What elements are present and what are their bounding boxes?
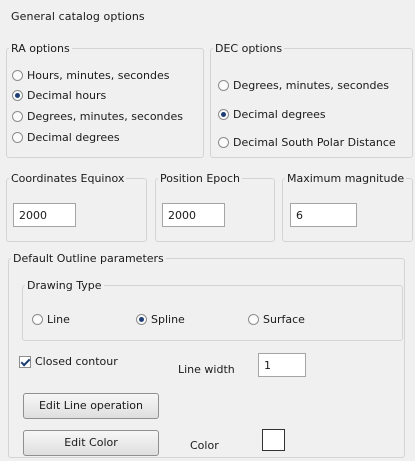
dec-option-dms[interactable]: Degrees, minutes, secondes [218, 79, 389, 92]
maximum-magnitude-legend: Maximum magnitude [287, 172, 405, 185]
drawing-type-line-label: Line [47, 313, 70, 326]
ra-options-legend: RA options [11, 42, 70, 55]
ra-option-decimal-degrees[interactable]: Decimal degrees [12, 131, 120, 144]
page-title: General catalog options [11, 10, 145, 23]
ra-option-decimal-hours-label: Decimal hours [27, 89, 107, 102]
drawing-type-line[interactable]: Line [32, 313, 70, 326]
radio-button[interactable] [218, 80, 229, 91]
ra-option-dms[interactable]: Degrees, minutes, secondes [12, 110, 183, 123]
position-epoch-legend: Position Epoch [160, 172, 241, 185]
radio-button-selected[interactable] [218, 109, 229, 120]
radio-button[interactable] [12, 111, 23, 122]
dec-option-decimal-degrees-label: Decimal degrees [233, 108, 326, 121]
radio-button[interactable] [218, 137, 229, 148]
dec-options-legend: DEC options [215, 42, 283, 55]
drawing-type-legend: Drawing Type [27, 279, 102, 292]
drawing-type-surface[interactable]: Surface [248, 313, 305, 326]
ra-option-decimal-hours[interactable]: Decimal hours [12, 89, 106, 102]
ra-option-hms[interactable]: Hours, minutes, secondes [12, 69, 169, 82]
outline-parameters-legend: Default Outline parameters [13, 252, 164, 265]
drawing-type-group: Drawing Type [22, 279, 403, 341]
dec-option-south-polar[interactable]: Decimal South Polar Distance [218, 136, 396, 149]
position-epoch-input[interactable]: 2000 [162, 203, 225, 227]
color-swatch[interactable] [262, 429, 285, 451]
line-width-label: Line width [178, 363, 235, 376]
drawing-type-surface-label: Surface [263, 313, 305, 326]
radio-button-selected[interactable] [136, 314, 147, 325]
ra-option-hms-label: Hours, minutes, secondes [27, 69, 170, 82]
radio-button[interactable] [12, 132, 23, 143]
ra-option-dms-label: Degrees, minutes, secondes [27, 110, 184, 123]
color-label: Color [190, 439, 219, 452]
drawing-type-spline[interactable]: Spline [136, 313, 185, 326]
checkbox-checked[interactable] [19, 355, 31, 368]
dec-option-decimal-degrees[interactable]: Decimal degrees [218, 108, 326, 121]
closed-contour-checkbox[interactable]: Closed contour [19, 355, 118, 368]
coordinates-equinox-input[interactable]: 2000 [13, 203, 76, 227]
line-width-input[interactable]: 1 [258, 353, 306, 377]
radio-button-selected[interactable] [12, 90, 23, 101]
edit-color-button[interactable]: Edit Color [23, 430, 159, 456]
closed-contour-label: Closed contour [35, 355, 118, 368]
dec-option-south-polar-label: Decimal South Polar Distance [233, 136, 396, 149]
coordinates-equinox-legend: Coordinates Equinox [11, 172, 125, 185]
radio-button[interactable] [12, 70, 23, 81]
edit-line-operation-button[interactable]: Edit Line operation [23, 393, 159, 419]
drawing-type-spline-label: Spline [151, 313, 185, 326]
dec-option-dms-label: Degrees, minutes, secondes [233, 79, 390, 92]
ra-option-decimal-degrees-label: Decimal degrees [27, 131, 120, 144]
radio-button[interactable] [32, 314, 43, 325]
maximum-magnitude-input[interactable]: 6 [290, 203, 357, 227]
radio-button[interactable] [248, 314, 259, 325]
